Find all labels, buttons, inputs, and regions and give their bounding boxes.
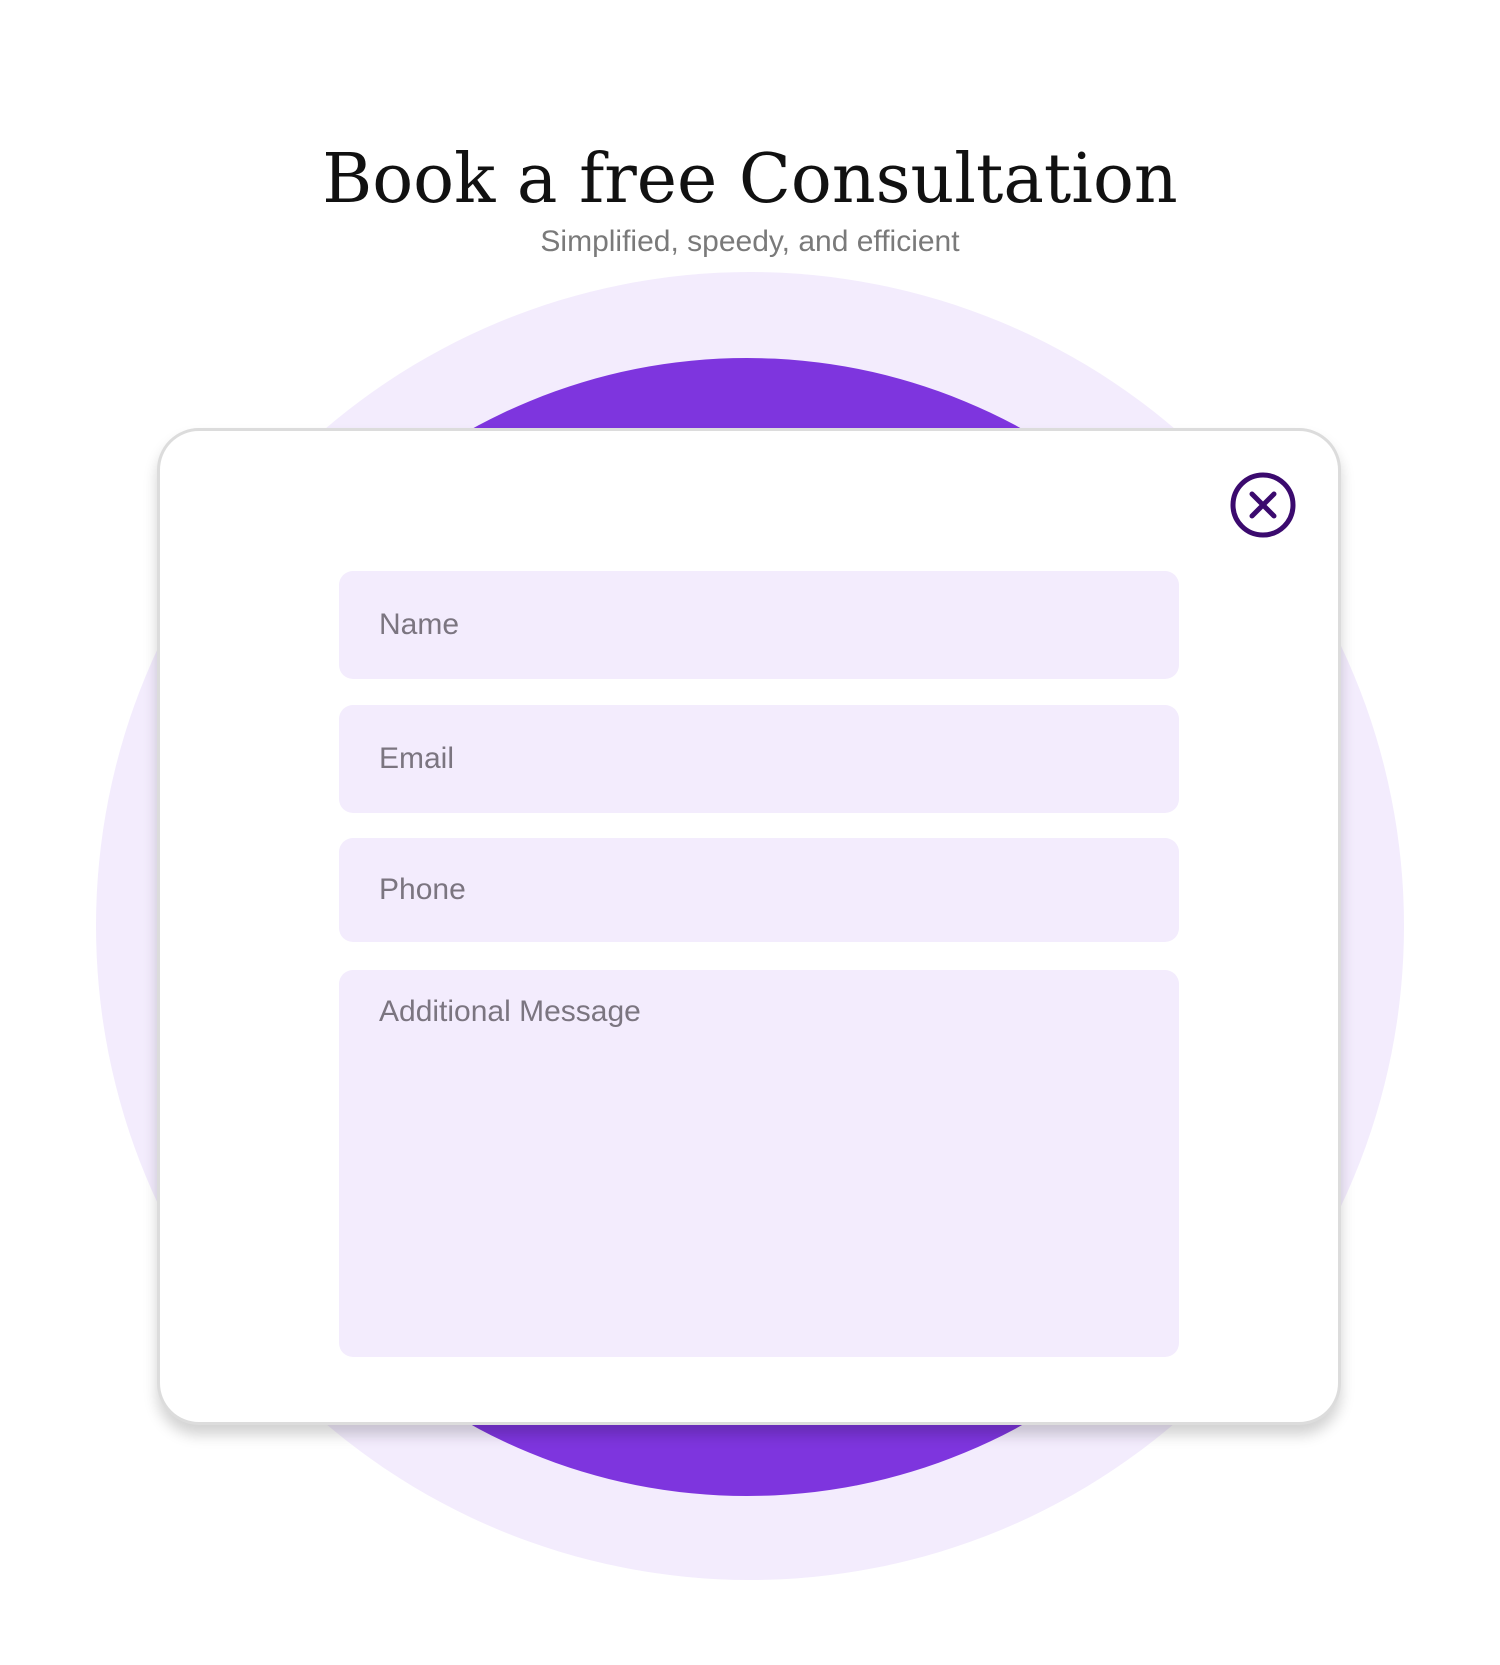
close-circle-icon xyxy=(1230,472,1296,538)
close-button[interactable] xyxy=(1230,472,1296,538)
email-input[interactable] xyxy=(339,705,1179,813)
page-subtitle: Simplified, speedy, and efficient xyxy=(540,225,960,258)
name-input[interactable] xyxy=(339,571,1179,679)
consultation-form-modal xyxy=(157,428,1341,1425)
additional-message-textarea[interactable] xyxy=(339,970,1179,1357)
page-title: Book a free Consultation xyxy=(322,140,1178,219)
phone-input[interactable] xyxy=(339,838,1179,942)
